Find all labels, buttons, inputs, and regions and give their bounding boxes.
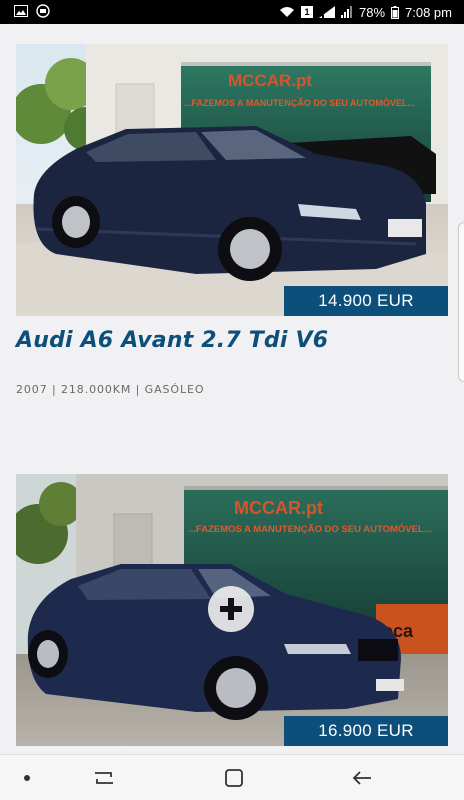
status-bar: 1 78% 7:08 pm (0, 0, 464, 24)
home-icon[interactable] (218, 755, 250, 800)
price-tag: 14.900 EUR (284, 286, 448, 316)
status-left (14, 3, 50, 21)
image-icon (14, 4, 28, 20)
sign-text: MCCAR.pt (228, 71, 312, 90)
listing-photo[interactable]: oca MCCAR.pt ...FAZEMOS A MANUTENÇÃO DO … (16, 474, 448, 746)
battery-percent: 78% (358, 4, 386, 20)
listing-specs: 2007 | 218.000KM | GASÓLEO (16, 383, 205, 396)
wifi-icon (279, 6, 295, 18)
zoom-button[interactable] (208, 586, 254, 632)
back-icon[interactable] (346, 755, 378, 800)
edge-panel-handle[interactable] (458, 222, 464, 382)
listing-title[interactable]: Audi A6 Avant 2.7 Tdi V6 (16, 328, 448, 353)
sign-text: MCCAR.pt (234, 498, 323, 518)
slogan-text: ...FAZEMOS A MANUTENÇÃO DO SEU AUTOMÓVEL… (184, 97, 415, 108)
clock: 7:08 pm (405, 4, 452, 20)
plus-icon (220, 598, 242, 620)
slogan-text: ...FAZEMOS A MANUTENÇÃO DO SEU AUTOMÓVEL… (188, 523, 432, 535)
signal-icon-2 (340, 6, 353, 18)
listing-card[interactable]: oca MCCAR.pt ...FAZEMOS A MANUTENÇÃO DO … (16, 474, 448, 746)
chat-icon (36, 3, 50, 21)
listing-card[interactable]: MCCAR.pt ...FAZEMOS A MANUTENÇÃO DO SEU … (16, 44, 448, 396)
status-right: 1 78% 7:08 pm (279, 5, 452, 20)
navigation-bar (0, 754, 464, 800)
sim-badge: 1 (300, 6, 313, 18)
listings-feed[interactable]: MCCAR.pt ...FAZEMOS A MANUTENÇÃO DO SEU … (0, 24, 464, 754)
signal-icon (318, 6, 335, 18)
recents-icon[interactable] (88, 755, 120, 800)
price-tag: 16.900 EUR (284, 716, 448, 746)
battery-icon (391, 5, 400, 19)
dot-icon[interactable] (12, 755, 42, 800)
listing-photo[interactable]: MCCAR.pt ...FAZEMOS A MANUTENÇÃO DO SEU … (16, 44, 448, 316)
